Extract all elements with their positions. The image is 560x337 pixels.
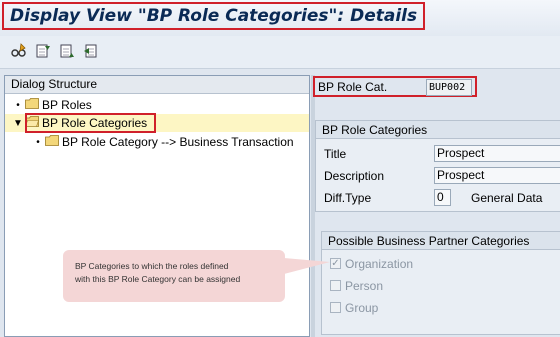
callout-line-1: BP Categories to which the roles defined [75, 261, 229, 271]
title-label: Title [324, 147, 347, 161]
group-checkbox[interactable] [330, 302, 341, 313]
description-field[interactable]: Prospect [434, 167, 560, 184]
title-field[interactable]: Prospect [434, 145, 560, 162]
expand-arrow-icon[interactable]: ▼ [13, 118, 23, 129]
role-cat-field[interactable]: BUP002 [426, 79, 472, 96]
annotation-callout: BP Categories to which the roles defined… [63, 250, 285, 302]
role-cat-label: BP Role Cat. [318, 80, 388, 94]
other-entry-icon[interactable] [82, 42, 100, 60]
tree-item-bp-roles[interactable]: • BP Roles [13, 96, 92, 114]
title-bar: Display View "BP Role Categories": Detai… [0, 0, 560, 36]
bullet-icon: • [36, 136, 40, 148]
tree-item-business-transaction[interactable]: • BP Role Category --> Business Transact… [33, 133, 294, 151]
title-highlight: Display View "BP Role Categories": Detai… [2, 2, 426, 30]
next-entry-icon[interactable] [58, 42, 76, 60]
page-title: Display View "BP Role Categories": Detai… [10, 6, 418, 26]
application-toolbar [0, 36, 560, 69]
tree-item-label: BP Role Category --> Business Transactio… [62, 135, 294, 149]
tree-item-label: BP Roles [42, 98, 92, 112]
dialog-structure-header: Dialog Structure [5, 76, 309, 94]
description-label: Description [324, 169, 385, 183]
glasses-edit-icon[interactable] [10, 42, 28, 60]
group-title: BP Role Categories [316, 121, 560, 139]
group-title: Possible Business Partner Categories [322, 232, 560, 250]
bullet-icon: • [16, 99, 20, 111]
person-checkbox[interactable] [330, 280, 341, 291]
folder-icon [25, 98, 39, 112]
selected-item-highlight-box [25, 113, 156, 133]
organization-label: Organization [345, 257, 414, 271]
previous-entry-icon[interactable] [34, 42, 52, 60]
callout-pointer [284, 258, 330, 274]
diff-type-label: Diff.Type [324, 191, 372, 205]
callout-line-2: with this BP Role Category can be assign… [75, 274, 241, 284]
diff-type-text: General Data [471, 191, 543, 205]
folder-icon [45, 135, 59, 149]
person-label: Person [345, 279, 384, 293]
group-label: Group [345, 301, 379, 315]
diff-type-field[interactable]: 0 [434, 189, 451, 206]
